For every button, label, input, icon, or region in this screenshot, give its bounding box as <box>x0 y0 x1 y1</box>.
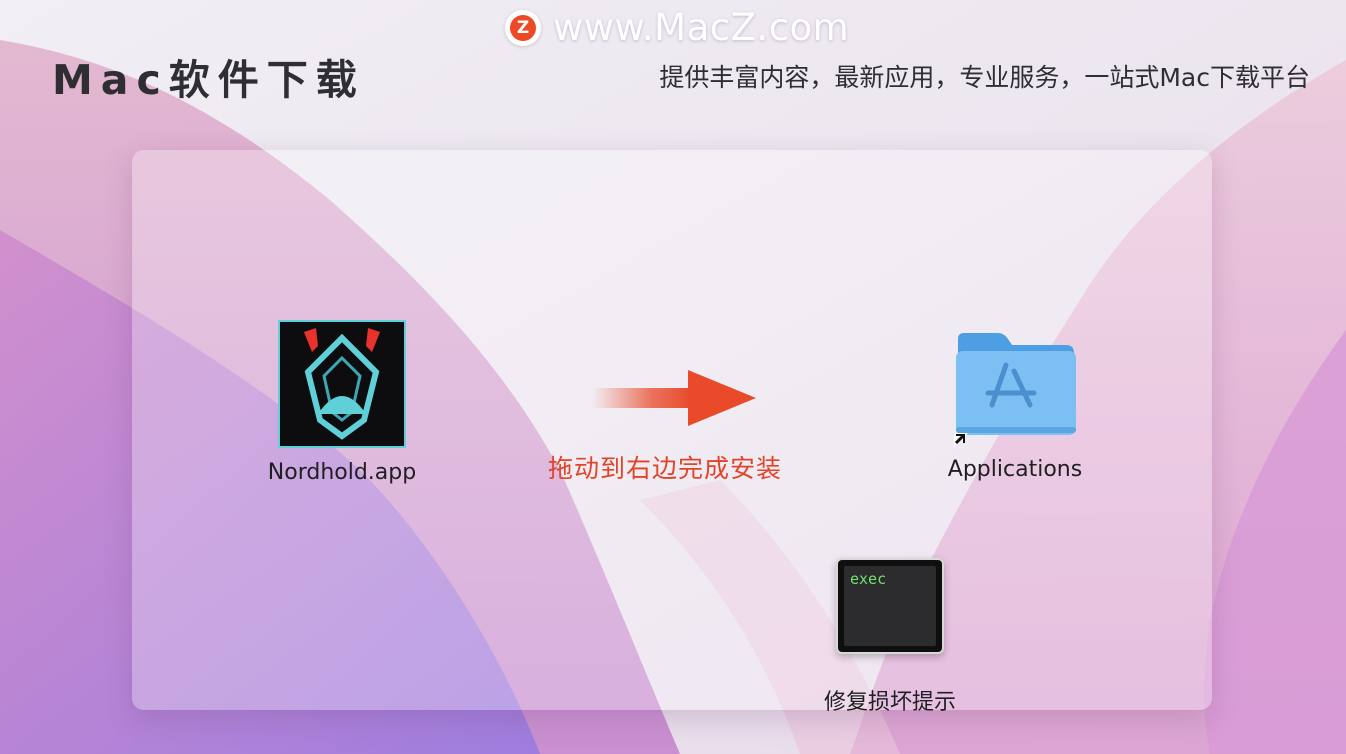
drag-arrow-icon <box>592 370 756 426</box>
brand-title: Mac软件下载 <box>52 56 365 104</box>
terminal-screen: exec <box>844 566 936 646</box>
applications-folder-icon[interactable] <box>950 325 1080 447</box>
app-item-nordhold[interactable]: Nordhold.app <box>232 320 452 485</box>
app-label: Nordhold.app <box>267 460 417 485</box>
tagline: 提供丰富内容，最新应用，专业服务，一站式Mac下载平台 <box>659 63 1310 92</box>
applications-label: Applications <box>947 457 1083 482</box>
macz-logo-letter: Z <box>510 15 536 41</box>
applications-folder[interactable]: Applications <box>925 325 1105 482</box>
repair-label: 修复损坏提示 <box>823 690 956 715</box>
exec-text: exec <box>850 570 887 588</box>
macz-logo[interactable]: Z <box>505 10 541 46</box>
nordhold-app-icon[interactable] <box>278 320 406 448</box>
repair-item[interactable]: exec 修复损坏提示 <box>790 558 990 716</box>
terminal-exec-icon[interactable]: exec <box>836 558 944 654</box>
site-url[interactable]: www.MacZ.com <box>553 6 849 49</box>
install-hint: 拖动到右边完成安装 <box>548 454 783 483</box>
